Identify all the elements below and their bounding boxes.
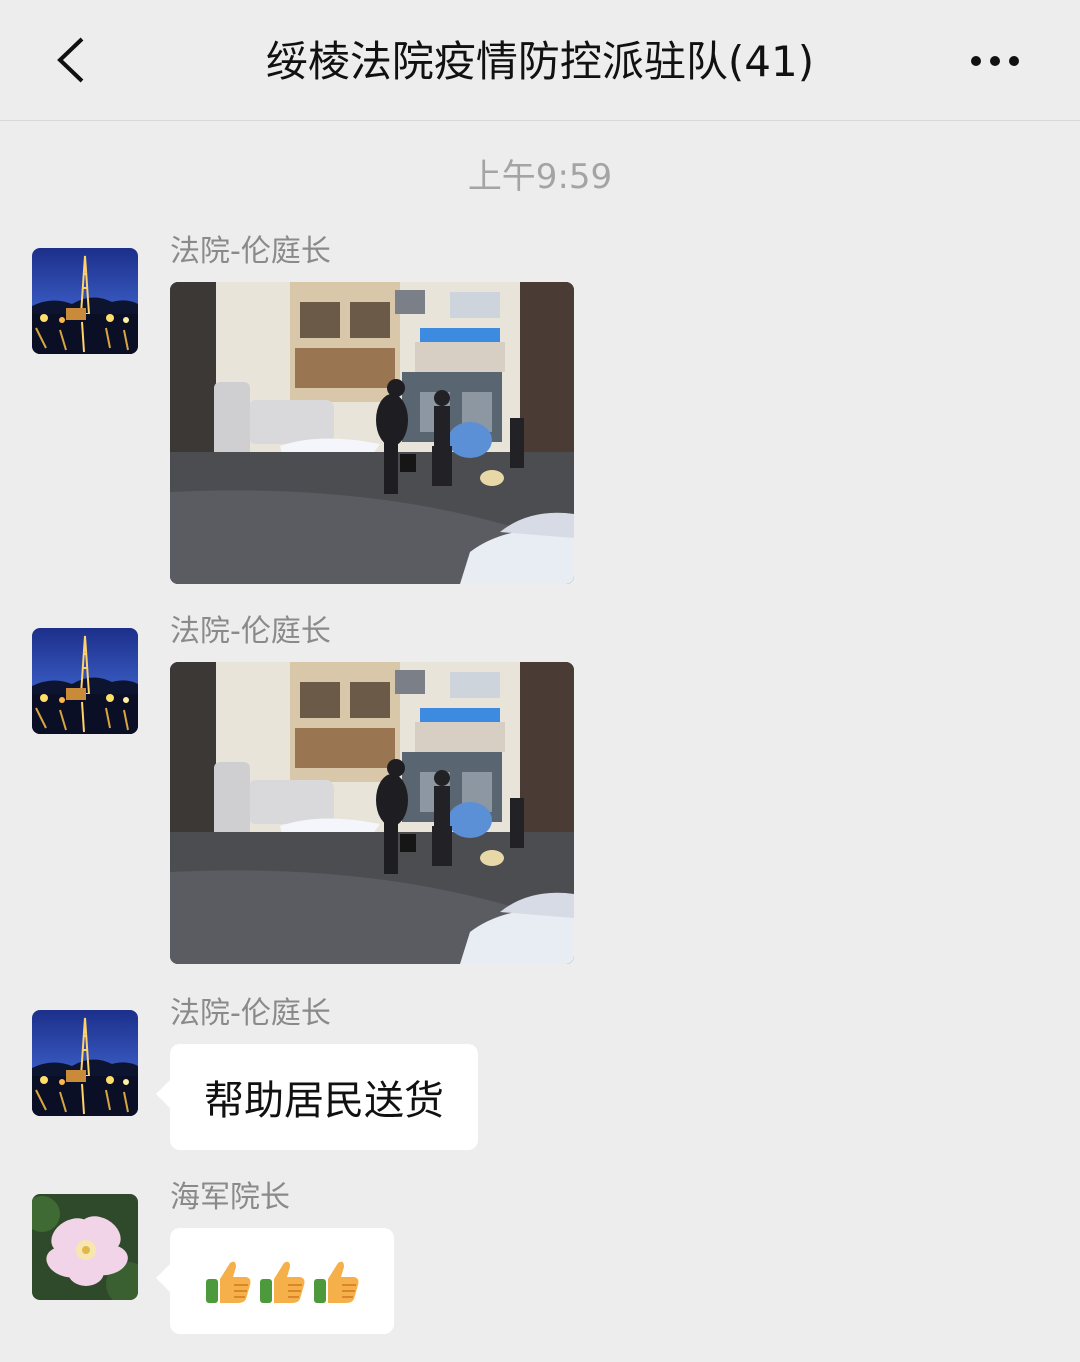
- emoji-bubble[interactable]: [156, 1228, 394, 1334]
- back-button[interactable]: [40, 30, 100, 90]
- sender-avatar[interactable]: [32, 1194, 138, 1300]
- sender-name: 法院-伦庭长: [170, 234, 331, 269]
- chat-title: 绥棱法院疫情防控派驻队(41): [265, 37, 815, 86]
- sender-name: 法院-伦庭长: [170, 996, 331, 1031]
- sender-name: 法院-伦庭长: [170, 614, 331, 649]
- image-message[interactable]: [170, 662, 574, 964]
- navigation-bar: 绥棱法院疫情防控派驻队(41): [0, 0, 1080, 121]
- text-bubble[interactable]: 帮助居民送货: [156, 1044, 478, 1150]
- thumbs-up-icon: [259, 1260, 306, 1304]
- more-dots-icon: [971, 56, 1019, 66]
- sender-avatar[interactable]: [32, 248, 138, 354]
- sender-avatar[interactable]: [32, 1010, 138, 1116]
- sender-avatar[interactable]: [32, 628, 138, 734]
- chevron-left-icon: [57, 37, 84, 83]
- more-button[interactable]: [960, 36, 1030, 86]
- emoji-row: [204, 1257, 360, 1305]
- chat-timestamp: 上午9:59: [467, 157, 613, 197]
- message-text: 帮助居民送货: [204, 1078, 444, 1124]
- sender-name: 海军院长: [170, 1180, 290, 1215]
- thumbs-up-icon: [313, 1260, 360, 1304]
- thumbs-up-icon: [205, 1260, 252, 1304]
- image-message[interactable]: [170, 282, 574, 584]
